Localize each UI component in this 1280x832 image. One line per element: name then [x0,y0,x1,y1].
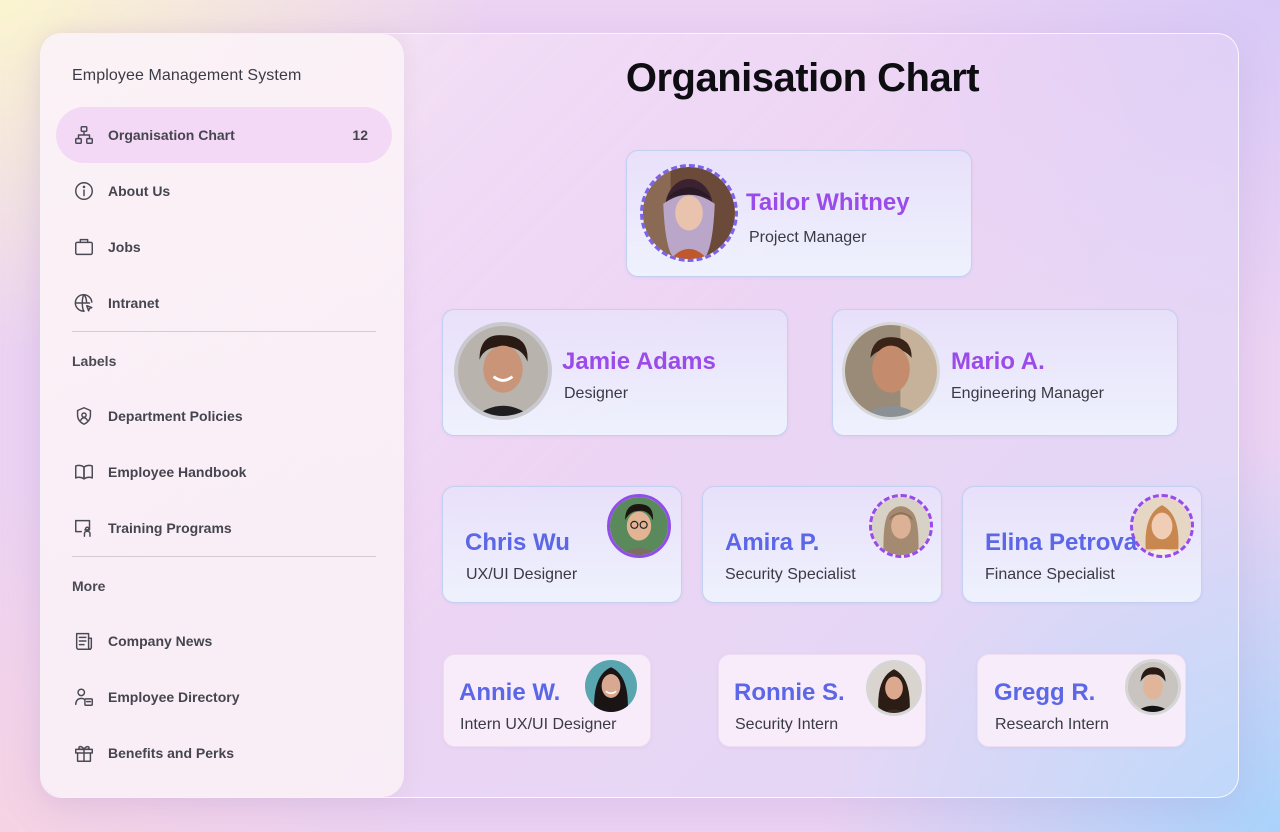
sidebar-item-jobs[interactable]: Jobs [56,219,392,275]
employee-role: Research Intern [995,716,1109,733]
employee-name: Gregg R. [994,679,1096,706]
sidebar-divider [72,331,376,332]
presentation-icon [72,516,96,540]
sidebar-item-label: Employee Directory [108,689,240,705]
sidebar-item-company-news[interactable]: Company News [56,613,392,669]
employee-role: Engineering Manager [951,385,1104,402]
employee-role: UX/UI Designer [466,566,578,583]
sidebar-item-benefits-and-perks[interactable]: Benefits and Perks [56,725,392,781]
sidebar-item-label: Benefits and Perks [108,745,235,761]
app-title: Employee Management System [72,67,302,84]
sidebar: Employee Management System Organisation … [41,34,404,797]
employee-name: Tailor Whitney [746,189,910,216]
avatar-ring [869,494,933,558]
employee-name: Ronnie S. [734,679,845,706]
avatar [585,660,637,712]
page-title: Organisation Chart [625,56,980,100]
employee-name: Amira P. [725,529,820,556]
org-chart-icon [72,123,96,147]
more-heading: More [72,578,106,594]
employee-name: Elina Petrova [985,529,1138,556]
employee-name: Mario A. [951,348,1045,375]
briefcase-icon [72,235,96,259]
id-card-icon [72,685,96,709]
sidebar-item-label: Training Programs [108,520,232,536]
gift-icon [72,741,96,765]
employee-role: Project Manager [749,229,867,246]
sidebar-item-employee-handbook[interactable]: Employee Handbook [56,444,392,500]
sidebar-item-organisation-chart[interactable]: Organisation Chart 12 [56,107,392,163]
employee-role: Security Intern [735,716,839,733]
avatar-ring [640,164,738,262]
count-badge: 12 [352,127,368,143]
avatar-ring [454,322,552,420]
sidebar-item-label: Intranet [108,295,160,311]
sidebar-item-department-policies[interactable]: Department Policies [56,388,392,444]
sidebar-item-training-programs[interactable]: Training Programs [56,500,392,556]
sidebar-item-label: Department Policies [108,408,243,424]
sidebar-item-label: About Us [108,183,171,199]
sidebar-item-label: Organisation Chart [108,127,235,143]
labels-heading: Labels [72,353,117,369]
avatar-ring [1130,494,1194,558]
avatar-ring [866,660,922,716]
avatar-ring [1125,659,1181,715]
avatar-ring [607,494,671,558]
employee-name: Jamie Adams [562,348,716,375]
info-icon [72,179,96,203]
employee-role: Intern UX/UI Designer [460,716,617,733]
sidebar-item-label: Company News [108,633,213,649]
sidebar-item-label: Employee Handbook [108,464,247,480]
book-icon [72,460,96,484]
employee-role: Designer [564,385,629,402]
avatar-ring [842,322,940,420]
globe-cursor-icon [72,291,96,315]
sidebar-item-about-us[interactable]: About Us [56,163,392,219]
newspaper-icon [72,629,96,653]
sidebar-divider [72,556,376,557]
employee-role: Security Specialist [725,566,856,583]
employee-role: Finance Specialist [985,566,1115,583]
shield-user-icon [72,404,96,428]
sidebar-item-employee-directory[interactable]: Employee Directory [56,669,392,725]
sidebar-item-intranet[interactable]: Intranet [56,275,392,331]
employee-name: Annie W. [459,679,561,706]
employee-name: Chris Wu [465,529,570,556]
sidebar-item-label: Jobs [108,239,141,255]
